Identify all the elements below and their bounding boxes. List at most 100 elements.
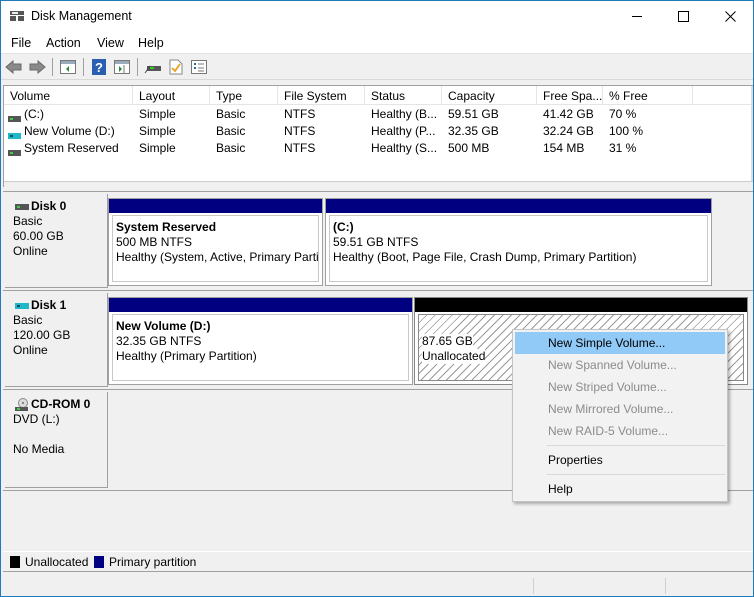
column-header-free-space[interactable]: Free Spa... bbox=[537, 86, 603, 105]
minimize-icon bbox=[631, 16, 642, 17]
volume-name: System Reserved bbox=[24, 141, 119, 155]
menu-item-help[interactable]: Help bbox=[515, 478, 725, 500]
close-icon bbox=[724, 11, 736, 22]
disk-management-app-icon bbox=[10, 11, 24, 21]
column-header-file-system[interactable]: File System bbox=[278, 86, 365, 105]
maximize-icon bbox=[677, 11, 689, 22]
minimize-button[interactable] bbox=[614, 1, 660, 32]
volume-row[interactable]: (C:) Simple Basic NTFS Healthy (B... 59.… bbox=[4, 106, 753, 123]
column-header-status[interactable]: Status bbox=[365, 86, 442, 105]
context-menu: New Simple Volume... New Spanned Volume.… bbox=[512, 329, 728, 502]
show-hide-console-tree-icon bbox=[60, 60, 76, 74]
menu-file[interactable]: File bbox=[11, 36, 31, 50]
volume-layout: Simple bbox=[139, 124, 176, 138]
volume-percent-free: 31 % bbox=[609, 141, 637, 155]
back-arrow-icon bbox=[5, 60, 22, 74]
disk-label[interactable]: Disk 0 Basic 60.00 GB Online bbox=[5, 194, 108, 288]
disk-type: Basic bbox=[13, 214, 43, 228]
volume-layout: Simple bbox=[139, 141, 176, 155]
partition-size: 32.35 GB NTFS bbox=[116, 334, 202, 348]
disk-type: DVD (L:) bbox=[13, 412, 60, 426]
partition-status: Unallocated bbox=[422, 349, 486, 364]
volume-status: Healthy (P... bbox=[371, 124, 436, 138]
help-icon: ? bbox=[92, 59, 106, 75]
volume-row[interactable]: New Volume (D:) Simple Basic NTFS Health… bbox=[4, 123, 753, 140]
disk-size: 60.00 GB bbox=[13, 229, 64, 243]
status-bar bbox=[3, 576, 753, 596]
partition-size: 500 MB NTFS bbox=[116, 235, 193, 249]
menu-item-new-mirrored-volume: New Mirrored Volume... bbox=[548, 402, 674, 416]
menu-view[interactable]: View bbox=[97, 36, 124, 50]
cd-rom-drive-icon bbox=[15, 397, 28, 411]
disk-label[interactable]: Disk 1 Basic 120.00 GB Online bbox=[5, 293, 108, 387]
menu-item-new-spanned-volume: New Spanned Volume... bbox=[548, 358, 677, 372]
partition-status: Healthy (System, Active, Primary Partiti… bbox=[116, 250, 319, 264]
partition-new-volume-d[interactable]: New Volume (D:) 32.35 GB NTFS Healthy (P… bbox=[108, 297, 413, 385]
volume-type: Basic bbox=[216, 124, 246, 138]
back-button[interactable] bbox=[5, 58, 23, 76]
menu-item-properties[interactable]: Properties bbox=[515, 449, 725, 471]
volume-status: Healthy (S... bbox=[371, 141, 438, 155]
column-header-capacity[interactable]: Capacity bbox=[442, 86, 537, 105]
volume-row[interactable]: System Reserved Simple Basic NTFS Health… bbox=[4, 140, 753, 157]
partition-system-reserved[interactable]: System Reserved 500 MB NTFS Healthy (Sys… bbox=[108, 198, 323, 286]
show-hide-action-pane-icon bbox=[114, 60, 130, 74]
partition-name: System Reserved bbox=[116, 220, 217, 234]
column-header-type[interactable]: Type bbox=[210, 86, 278, 105]
menu-item-new-raid5-volume: New RAID-5 Volume... bbox=[548, 424, 669, 438]
partition-status: Healthy (Boot, Page File, Crash Dump, Pr… bbox=[333, 250, 637, 264]
volume-list-scrollbar[interactable] bbox=[751, 86, 753, 187]
column-header-percent-free[interactable]: % Free bbox=[603, 86, 693, 105]
disk-type: Basic bbox=[13, 313, 43, 327]
forward-button[interactable] bbox=[28, 58, 46, 76]
maximize-button[interactable] bbox=[660, 1, 706, 32]
disk-name: Disk 1 bbox=[31, 298, 67, 312]
partition-status: Healthy (Primary Partition) bbox=[116, 349, 257, 363]
status-bar-separator bbox=[533, 578, 534, 594]
svg-text:?: ? bbox=[95, 60, 103, 75]
menu-action[interactable]: Action bbox=[46, 36, 81, 50]
volume-file-system: NTFS bbox=[284, 124, 316, 138]
partition-c[interactable]: (C:) 59.51 GB NTFS Healthy (Boot, Page F… bbox=[325, 198, 712, 286]
unallocated-bar bbox=[415, 298, 747, 312]
properties-button[interactable] bbox=[167, 58, 185, 76]
list-view-icon bbox=[191, 60, 207, 74]
menu-item-new-simple-volume[interactable]: New Simple Volume... bbox=[515, 332, 725, 354]
volume-list-header: Volume Layout Type File System Status Ca… bbox=[4, 86, 753, 105]
volume-name: (C:) bbox=[24, 107, 44, 121]
legend: Unallocated Primary partition bbox=[3, 551, 753, 572]
menu-bar: File Action View Help bbox=[1, 32, 753, 54]
menu-separator bbox=[547, 474, 725, 475]
disk-management-window: Disk Management File Action View Help ? bbox=[0, 0, 754, 597]
volume-list: Volume Layout Type File System Status Ca… bbox=[3, 85, 753, 187]
forward-arrow-icon bbox=[29, 60, 46, 74]
disk-label[interactable]: CD-ROM 0 DVD (L:) No Media bbox=[5, 392, 108, 488]
volume-status: Healthy (B... bbox=[371, 107, 438, 121]
disk-row-disk-0: Disk 0 Basic 60.00 GB Online System Rese… bbox=[3, 192, 753, 290]
window-title: Disk Management bbox=[31, 9, 132, 23]
volume-percent-free: 70 % bbox=[609, 107, 637, 121]
legend-swatch-unallocated bbox=[10, 556, 20, 568]
legend-label-primary-partition: Primary partition bbox=[109, 555, 197, 569]
list-view-button[interactable] bbox=[190, 58, 208, 76]
toolbar-separator bbox=[137, 58, 138, 76]
column-header-volume[interactable]: Volume bbox=[4, 86, 133, 105]
toolbar: ? bbox=[1, 54, 753, 80]
partition-name: (C:) bbox=[333, 220, 354, 234]
properties-check-icon bbox=[169, 59, 183, 75]
column-header-layout[interactable]: Layout bbox=[133, 86, 210, 105]
connect-disk-button[interactable] bbox=[144, 58, 162, 76]
volume-file-system: NTFS bbox=[284, 141, 316, 155]
drive-icon bbox=[8, 145, 21, 159]
disk-name: Disk 0 bbox=[31, 199, 67, 213]
menu-item-new-striped-volume: New Striped Volume... bbox=[548, 380, 667, 394]
pane-splitter[interactable] bbox=[4, 181, 753, 187]
show-hide-action-pane-button[interactable] bbox=[113, 58, 131, 76]
help-button[interactable]: ? bbox=[90, 58, 108, 76]
volume-file-system: NTFS bbox=[284, 107, 316, 121]
show-hide-console-tree-button[interactable] bbox=[59, 58, 77, 76]
close-button[interactable] bbox=[707, 1, 753, 32]
menu-separator bbox=[547, 445, 725, 446]
volume-percent-free: 100 % bbox=[609, 124, 644, 138]
menu-help[interactable]: Help bbox=[138, 36, 164, 50]
